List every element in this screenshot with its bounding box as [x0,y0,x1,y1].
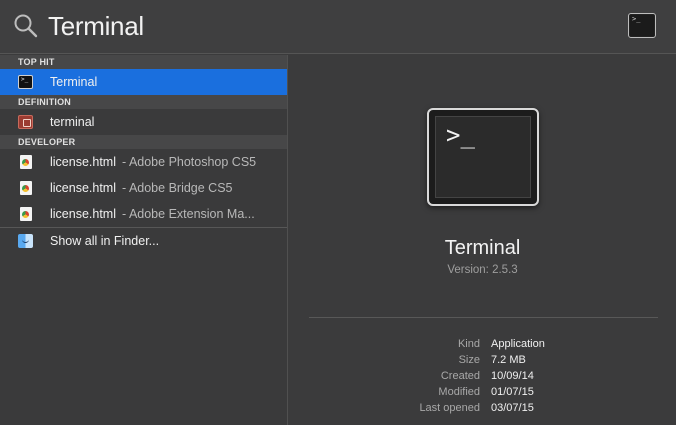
terminal-screen: >_ [435,116,531,198]
section-header-developer: DEVELOPER [0,135,287,149]
terminal-icon: >_ [628,13,656,38]
result-sublabel: - Adobe Bridge CS5 [122,181,233,195]
result-label: terminal [50,115,95,129]
results-list: TOP HIT >_ Terminal DEFINITION terminal … [0,55,288,425]
search-bar: >_ [0,0,676,54]
result-definition[interactable]: terminal [0,109,287,135]
info-value: 01/07/15 [491,386,534,398]
result-sublabel: - Adobe Extension Ma... [122,207,255,221]
info-key: Size [458,354,480,366]
info-value: Application [491,338,545,350]
html-document-icon [20,207,32,221]
section-header-top-hit: TOP HIT [0,55,287,69]
info-value: 03/07/15 [491,402,534,414]
info-key: Kind [457,338,480,350]
info-row-modified: Modified 01/07/15 [289,384,676,400]
info-row-created: Created 10/09/14 [289,368,676,384]
app-title: Terminal [444,237,521,259]
terminal-prompt: >_ [446,121,475,149]
section-header-definition: DEFINITION [0,95,287,109]
result-sublabel: - Adobe Photoshop CS5 [122,155,257,169]
preview-divider [309,317,658,318]
info-key: Created [440,370,480,382]
result-label: license.html - Adobe Bridge CS5 [50,181,233,195]
info-table: Kind Application Size 7.2 MB Created 10/… [289,336,676,416]
terminal-icon: >_ [18,75,33,89]
preview-pane: >_ Terminal Version: 2.5.3 Kind Applicat… [289,55,676,425]
result-license-extension-manager[interactable]: license.html - Adobe Extension Ma... [0,201,287,227]
search-input[interactable] [48,8,588,44]
dictionary-icon [18,115,33,129]
result-label: Show all in Finder... [50,234,160,248]
app-version: Version: 2.5.3 [447,264,518,276]
info-key: Modified [438,386,480,398]
result-license-photoshop[interactable]: license.html - Adobe Photoshop CS5 [0,149,287,175]
finder-icon [18,234,33,248]
info-row-size: Size 7.2 MB [289,352,676,368]
result-label: license.html - Adobe Photoshop CS5 [50,155,257,169]
result-label: license.html - Adobe Extension Ma... [50,207,255,221]
show-all-in-finder[interactable]: Show all in Finder... [0,228,287,254]
terminal-icon: >_ [427,108,539,206]
info-row-last-opened: Last opened 03/07/15 [289,400,676,416]
search-icon [14,14,38,38]
info-value: 7.2 MB [491,354,526,366]
spotlight-window: >_ TOP HIT >_ Terminal DEFINITION termin… [0,0,676,425]
info-row-kind: Kind Application [289,336,676,352]
info-value: 10/09/14 [491,370,534,382]
html-document-icon [20,155,32,169]
info-key: Last opened [419,402,480,414]
html-document-icon [20,181,32,195]
result-license-bridge[interactable]: license.html - Adobe Bridge CS5 [0,175,287,201]
result-label: Terminal [50,75,98,89]
result-terminal-app[interactable]: >_ Terminal [0,69,287,95]
